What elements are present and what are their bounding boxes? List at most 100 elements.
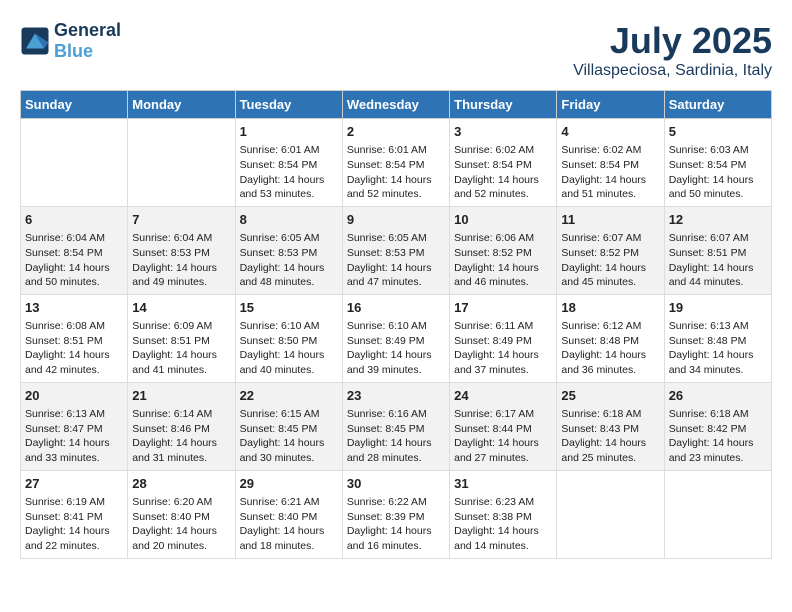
day-number: 7 <box>132 211 230 229</box>
day-number: 29 <box>240 475 338 493</box>
daylight-text: Daylight: 14 hours and 34 minutes. <box>669 348 767 377</box>
daylight-text: Daylight: 14 hours and 18 minutes. <box>240 524 338 553</box>
sunset-text: Sunset: 8:53 PM <box>132 246 230 261</box>
calendar-body: 1Sunrise: 6:01 AMSunset: 8:54 PMDaylight… <box>21 119 772 559</box>
daylight-text: Daylight: 14 hours and 50 minutes. <box>669 173 767 202</box>
calendar-cell: 29 Sunrise: 6:21 AMSunset: 8:40 PMDayligh… <box>235 470 342 558</box>
calendar-cell: 14Sunrise: 6:09 AMSunset: 8:51 PMDayligh… <box>128 294 235 382</box>
sunset-text: Sunset: 8:54 PM <box>454 158 552 173</box>
calendar-cell: 31Sunrise: 6:23 AMSunset: 8:38 PMDayligh… <box>450 470 557 558</box>
calendar-cell <box>128 119 235 207</box>
logo-line2: Blue <box>54 41 121 62</box>
calendar-cell <box>21 119 128 207</box>
sunset-text: Sunset: 8:54 PM <box>669 158 767 173</box>
calendar-subtitle: Villaspeciosa, Sardinia, Italy <box>573 62 772 80</box>
sunrise-text: Sunrise: 6:08 AM <box>25 319 123 334</box>
calendar-week-row: 27Sunrise: 6:19 AMSunset: 8:41 PMDayligh… <box>21 470 772 558</box>
sunrise-text: Sunrise: 6:04 AM <box>132 231 230 246</box>
calendar-cell: 20Sunrise: 6:13 AMSunset: 8:47 PMDayligh… <box>21 382 128 470</box>
daylight-text: Daylight: 14 hours and 28 minutes. <box>347 436 445 465</box>
daylight-text: Daylight: 14 hours and 33 minutes. <box>25 436 123 465</box>
day-number: 27 <box>25 475 123 493</box>
daylight-text: Daylight: 14 hours and 22 minutes. <box>25 524 123 553</box>
day-number: 18 <box>561 299 659 317</box>
day-number: 19 <box>669 299 767 317</box>
sunset-text: Sunset: 8:40 PM <box>132 510 230 525</box>
calendar-cell: 5Sunrise: 6:03 AMSunset: 8:54 PMDaylight… <box>664 119 771 207</box>
sunset-text: Sunset: 8:42 PM <box>669 422 767 437</box>
sunrise-text: Sunrise: 6:02 AM <box>561 143 659 158</box>
sunrise-text: Sunrise: 6:04 AM <box>25 231 123 246</box>
day-number: 5 <box>669 123 767 141</box>
calendar-cell: 28Sunrise: 6:20 AMSunset: 8:40 PMDayligh… <box>128 470 235 558</box>
day-number: 17 <box>454 299 552 317</box>
daylight-text: Daylight: 14 hours and 52 minutes. <box>454 173 552 202</box>
logo: General Blue <box>20 20 121 62</box>
sunset-text: Sunset: 8:40 PM <box>240 510 338 525</box>
sunset-text: Sunset: 8:47 PM <box>25 422 123 437</box>
day-number: 2 <box>347 123 445 141</box>
logo-icon <box>20 26 50 56</box>
sunrise-text: Sunrise: 6:06 AM <box>454 231 552 246</box>
calendar-cell: 15Sunrise: 6:10 AMSunset: 8:50 PMDayligh… <box>235 294 342 382</box>
sunset-text: Sunset: 8:48 PM <box>561 334 659 349</box>
calendar-cell: 19Sunrise: 6:13 AMSunset: 8:48 PMDayligh… <box>664 294 771 382</box>
calendar-week-row: 1Sunrise: 6:01 AMSunset: 8:54 PMDaylight… <box>21 119 772 207</box>
daylight-text: Daylight: 14 hours and 46 minutes. <box>454 261 552 290</box>
sunset-text: Sunset: 8:53 PM <box>347 246 445 261</box>
day-number: 12 <box>669 211 767 229</box>
sunrise-text: Sunrise: 6:05 AM <box>347 231 445 246</box>
day-number: 28 <box>132 475 230 493</box>
calendar-week-row: 13Sunrise: 6:08 AMSunset: 8:51 PMDayligh… <box>21 294 772 382</box>
daylight-text: Daylight: 14 hours and 23 minutes. <box>669 436 767 465</box>
sunset-text: Sunset: 8:44 PM <box>454 422 552 437</box>
daylight-text: Daylight: 14 hours and 48 minutes. <box>240 261 338 290</box>
day-number: 8 <box>240 211 338 229</box>
sunset-text: Sunset: 8:41 PM <box>25 510 123 525</box>
sunset-text: Sunset: 8:51 PM <box>25 334 123 349</box>
title-block: July 2025 Villaspeciosa, Sardinia, Italy <box>573 20 772 80</box>
calendar-cell: 17 Sunrise: 6:11 AMSunset: 8:49 PMDayligh… <box>450 294 557 382</box>
day-number: 13 <box>25 299 123 317</box>
sunset-text: Sunset: 8:38 PM <box>454 510 552 525</box>
day-number: 10 <box>454 211 552 229</box>
sunset-text: Sunset: 8:45 PM <box>347 422 445 437</box>
calendar-cell: 12Sunrise: 6:07 AMSunset: 8:51 PMDayligh… <box>664 206 771 294</box>
sunrise-text: Sunrise: 6:11 AM <box>454 319 552 334</box>
day-number: 26 <box>669 387 767 405</box>
daylight-text: Daylight: 14 hours and 37 minutes. <box>454 348 552 377</box>
day-number: 16 <box>347 299 445 317</box>
sunset-text: Sunset: 8:54 PM <box>25 246 123 261</box>
sunrise-text: Sunrise: 6:01 AM <box>240 143 338 158</box>
daylight-text: Daylight: 14 hours and 36 minutes. <box>561 348 659 377</box>
day-number: 4 <box>561 123 659 141</box>
daylight-text: Daylight: 14 hours and 16 minutes. <box>347 524 445 553</box>
sunset-text: Sunset: 8:49 PM <box>347 334 445 349</box>
header-monday: Monday <box>128 91 235 119</box>
daylight-text: Daylight: 14 hours and 25 minutes. <box>561 436 659 465</box>
calendar-cell: 4Sunrise: 6:02 AMSunset: 8:54 PMDaylight… <box>557 119 664 207</box>
sunset-text: Sunset: 8:49 PM <box>454 334 552 349</box>
header-saturday: Saturday <box>664 91 771 119</box>
logo-line1: General <box>54 20 121 41</box>
day-number: 24 <box>454 387 552 405</box>
day-number: 30 <box>347 475 445 493</box>
daylight-text: Daylight: 14 hours and 39 minutes. <box>347 348 445 377</box>
daylight-text: Daylight: 14 hours and 51 minutes. <box>561 173 659 202</box>
daylight-text: Daylight: 14 hours and 53 minutes. <box>240 173 338 202</box>
sunset-text: Sunset: 8:51 PM <box>132 334 230 349</box>
daylight-text: Daylight: 14 hours and 52 minutes. <box>347 173 445 202</box>
calendar-cell: 24Sunrise: 6:17 AMSunset: 8:44 PMDayligh… <box>450 382 557 470</box>
header-wednesday: Wednesday <box>342 91 449 119</box>
sunrise-text: Sunrise: 6:21 AM <box>240 495 338 510</box>
sunrise-text: Sunrise: 6:19 AM <box>25 495 123 510</box>
calendar-title: July 2025 <box>573 20 772 62</box>
sunrise-text: Sunrise: 6:18 AM <box>669 407 767 422</box>
sunset-text: Sunset: 8:54 PM <box>240 158 338 173</box>
daylight-text: Daylight: 14 hours and 14 minutes. <box>454 524 552 553</box>
day-number: 9 <box>347 211 445 229</box>
calendar-week-row: 20Sunrise: 6:13 AMSunset: 8:47 PMDayligh… <box>21 382 772 470</box>
sunrise-text: Sunrise: 6:17 AM <box>454 407 552 422</box>
sunrise-text: Sunrise: 6:18 AM <box>561 407 659 422</box>
sunrise-text: Sunrise: 6:20 AM <box>132 495 230 510</box>
